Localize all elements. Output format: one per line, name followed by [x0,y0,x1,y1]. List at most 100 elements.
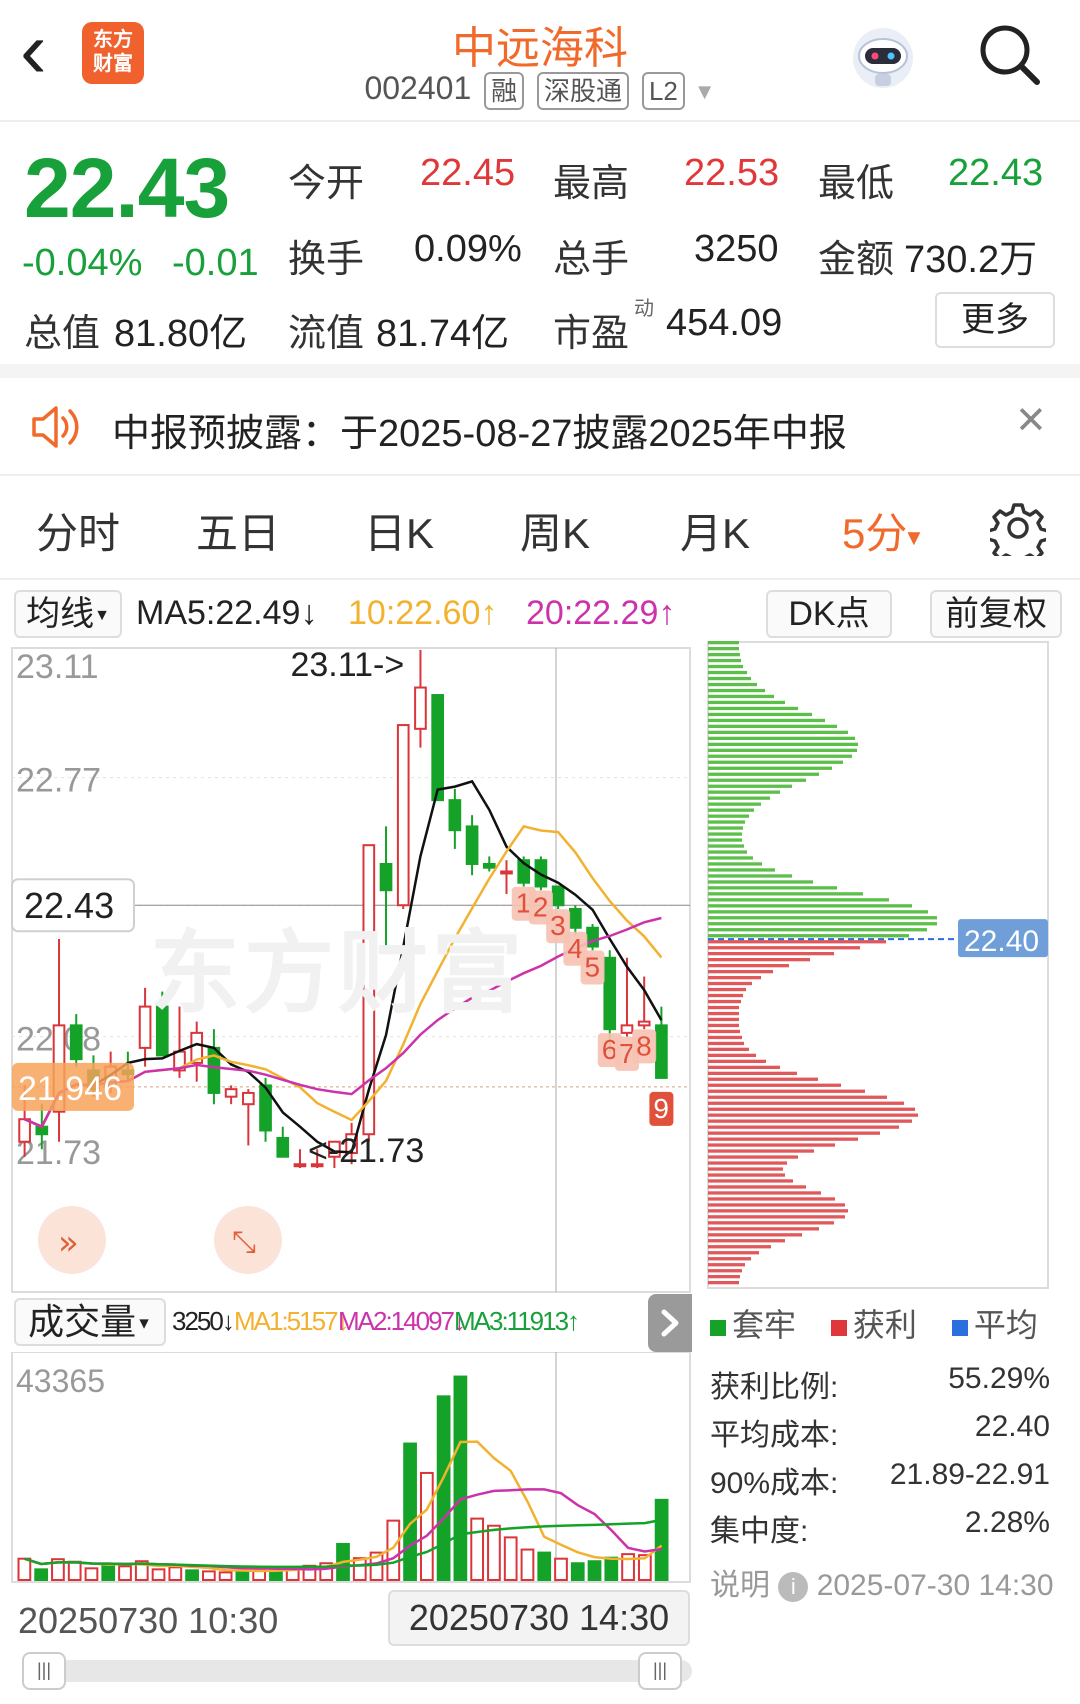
chip-bar [708,1011,739,1016]
ma-select-label: 均线 [26,595,95,633]
tab-5min[interactable]: 5分▾ [842,500,920,561]
chip-bar [708,916,937,920]
tag-connect: 深股通 [537,71,630,110]
chip-distribution-chart: 22.40 [707,641,1049,1289]
chip-bar [708,874,792,878]
low-value: 22.43 [948,152,1044,194]
speaker-icon [28,402,84,452]
notice-bar[interactable]: 中报预披露：于2025-08-27披露2025年中报 ✕ [0,378,1080,474]
chip-bar [708,1113,918,1117]
chip-bar [708,1143,835,1147]
mktcap-value: 81.80亿 [114,313,248,355]
chip-bar [708,970,773,974]
last-price: 22.43 [24,141,230,235]
chip-bar [708,1125,899,1129]
chip-bar [708,850,747,854]
chip-bar [708,898,889,902]
chip-bar [708,880,813,884]
chip-note-date: 2025-07-30 14:30 [816,1569,1054,1602]
chip-cost90-label: 90%成本: [710,1467,839,1500]
float-label: 流值 [288,313,365,355]
chip-bar [708,1119,912,1123]
max-price-annotation: 23.11-> [290,646,404,684]
chip-bar [708,736,855,740]
chip-bar [708,1155,798,1159]
more-button[interactable]: 更多 [935,292,1055,348]
tab-daily-k[interactable]: 日K [364,500,434,561]
gear-icon[interactable] [986,500,1050,567]
candle-body [620,1024,634,1034]
search-icon[interactable] [975,20,1045,90]
candle-body [379,862,393,892]
fq-adjust-button[interactable]: 前复权 [930,590,1062,638]
volume-bar [537,1551,552,1581]
robot-assistant-icon[interactable] [845,20,921,96]
chip-bar [708,987,746,992]
chevron-down-icon: ▾ [907,521,921,552]
volume-select[interactable]: 成交量▼ [14,1298,166,1346]
volume-current: 3250↓ [172,1306,235,1336]
scroll-handle-left[interactable]: ||| [22,1652,66,1690]
chip-concentration-label: 集中度: [710,1515,809,1548]
chip-bar [708,832,742,836]
volume-bar [654,1498,669,1581]
chip-bar [708,886,837,890]
tab-weekly-k[interactable]: 周K [520,500,590,561]
chip-profit-ratio-value: 55.29% [948,1362,1050,1395]
chip-avg-cost: 平均成本: 22.40 [710,1410,1050,1454]
open-label: 今开 [288,163,365,205]
chip-bar [708,928,927,932]
chevron-right-icon[interactable] [648,1294,692,1352]
ma-select[interactable]: 均线▼ [14,590,122,638]
chip-bar [708,856,753,860]
dk-point-button[interactable]: DK点 [766,590,892,638]
tab-intraday[interactable]: 分时 [36,500,120,561]
volume-bar [101,1563,116,1581]
legend-dot-profit [830,1319,847,1336]
chip-bar [708,1173,785,1177]
chip-bar [708,1053,756,1057]
candle-body [396,724,410,907]
amount-value: 730.2万 [904,239,1038,281]
chip-bar [708,904,912,908]
chip-bar [708,712,812,717]
chip-bar [708,1191,821,1195]
chip-bar [708,1233,802,1237]
chip-bar [708,694,774,699]
chip-bar [708,1245,771,1249]
candle-body [500,870,513,875]
volume-max-label: 43365 [16,1363,105,1399]
pe-superscript: 动 [634,298,654,320]
candle-body [224,1088,238,1098]
range-scrollbar[interactable]: ||| ||| [22,1652,692,1690]
chip-bar [708,1197,835,1201]
chip-bar [708,664,743,669]
volume-bar [67,1560,82,1581]
chip-bar [708,892,863,896]
legend-average: 平均 [973,1307,1038,1343]
volume-bar [84,1567,99,1581]
volume-bar [201,1570,216,1582]
chip-bar [708,993,743,998]
chip-bar [708,808,754,812]
chip-bar [708,1101,904,1105]
scroll-handle-right[interactable]: ||| [638,1652,682,1690]
volume-chart[interactable]: 43365 [0,1352,700,1584]
chevron-down-icon: ▼ [94,607,110,625]
pe-value: 454.09 [666,302,783,344]
watermark: 东方财富 [150,924,526,1024]
tab-five-day[interactable]: 五日 [196,500,280,561]
chip-bar [708,1065,780,1069]
chip-bar [708,718,825,723]
chip-cost90: 90%成本: 21.89-22.91 [710,1458,1050,1502]
chip-bar [708,748,857,752]
tab-monthly-k[interactable]: 月K [680,500,750,561]
td-marker-label: 5 [585,952,601,983]
chip-note[interactable]: 说明 i 2025-07-30 14:30 [710,1560,1054,1604]
chip-bar [708,653,740,657]
close-icon[interactable]: ✕ [1015,398,1047,443]
tabs-divider [0,578,1080,580]
volume-bar [503,1536,518,1582]
chip-bar [708,658,741,663]
chip-bar [708,1215,845,1219]
